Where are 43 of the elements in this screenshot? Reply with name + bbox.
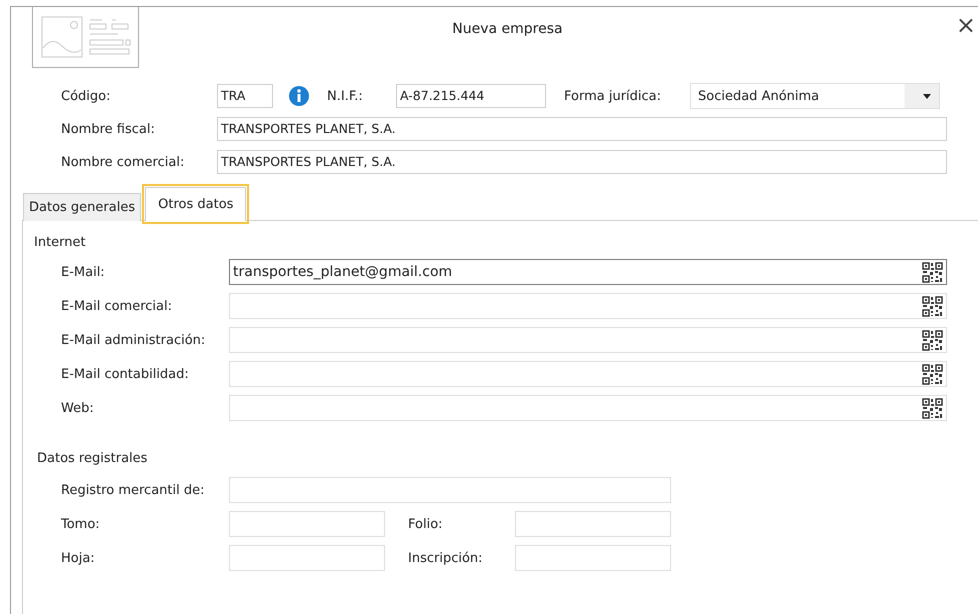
field-label: Forma jurídica: [564, 88, 662, 104]
email-field[interactable] [229, 361, 947, 387]
field-label: E-Mail administración: [61, 332, 206, 348]
tab[interactable]: Otros datos [145, 187, 246, 221]
section-title: Datos registrales [37, 451, 148, 466]
field-label: Folio: [408, 516, 444, 532]
email-field[interactable]: transportes_planet@gmail.com [229, 259, 947, 285]
text-field[interactable] [515, 511, 671, 537]
qr-code-icon[interactable] [922, 262, 943, 282]
fiscal-name-field[interactable]: TRANSPORTES PLANET, S.A. [217, 117, 947, 141]
field-label: N.I.F.: [327, 88, 364, 104]
field-label: Inscripción: [408, 550, 484, 566]
text-field[interactable] [229, 511, 385, 537]
email-field[interactable] [229, 395, 947, 421]
section-title: Internet [34, 235, 87, 250]
qr-code-icon[interactable] [922, 296, 943, 316]
text-field[interactable] [515, 545, 671, 571]
trade-name-field[interactable]: TRANSPORTES PLANET, S.A. [217, 150, 947, 174]
email-field[interactable] [229, 293, 947, 319]
field-label: E-Mail comercial: [61, 298, 173, 314]
qr-code-icon[interactable] [922, 330, 943, 350]
code-field[interactable]: TRA [217, 84, 273, 108]
field-label: Web: [61, 400, 95, 416]
text-field[interactable] [229, 545, 385, 571]
field-label: Nombre comercial: [61, 154, 186, 170]
field-label: Tomo: [61, 516, 101, 532]
qr-code-icon[interactable] [922, 364, 943, 384]
qr-code-icon[interactable] [922, 398, 943, 418]
close-button[interactable]: × [956, 13, 976, 37]
field-label: Código: [61, 88, 112, 104]
legal-form-dropdown[interactable]: Sociedad Anónima [690, 83, 940, 109]
field-label: Nombre fiscal: [61, 122, 156, 136]
email-field[interactable] [229, 327, 947, 353]
field-label: E-Mail: [61, 264, 106, 280]
text-field[interactable] [229, 477, 671, 503]
field-label: Registro mercantil de: [61, 482, 206, 498]
field-label: E-Mail contabilidad: [61, 366, 190, 382]
tab[interactable]: Datos generales [23, 193, 142, 221]
field-label: Hoja: [61, 550, 96, 566]
caret-icon [923, 94, 931, 98]
nif-field[interactable]: A-87.215.444 [396, 84, 546, 108]
window-title: Nueva empresa [451, 21, 564, 37]
info-icon[interactable] [289, 86, 309, 106]
